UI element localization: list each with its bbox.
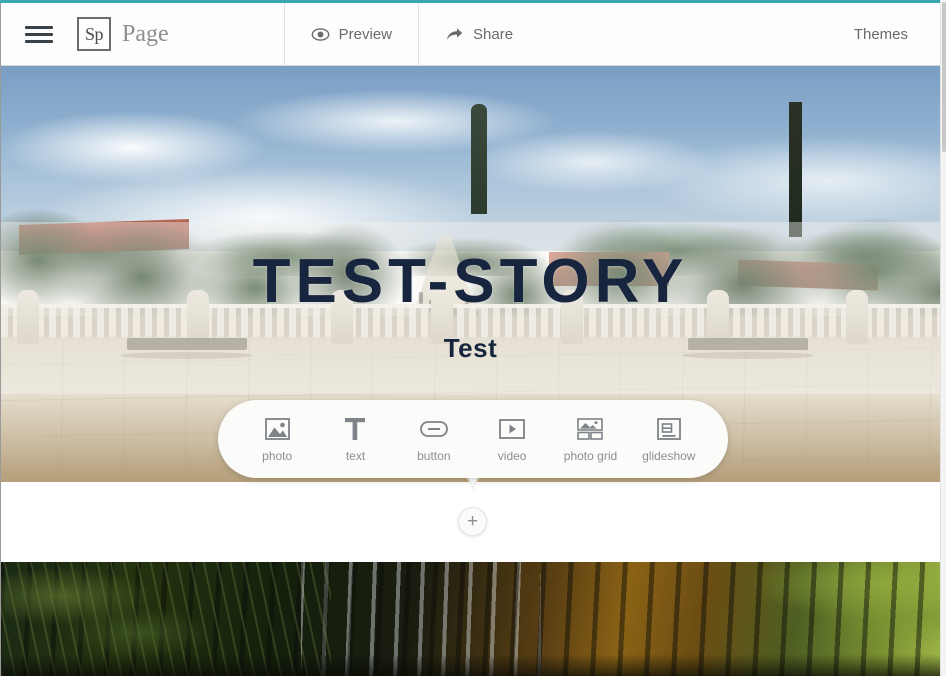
insert-photo-label: photo (262, 448, 293, 463)
spark-page-editor: Sp Page Preview Share Themes TEST-STORY … (0, 0, 946, 676)
insert-button-label: button (417, 448, 451, 463)
app-header: Sp Page Preview Share Themes (1, 3, 940, 66)
insert-video-label: video (497, 448, 527, 463)
vertical-scrollbar[interactable] (940, 0, 946, 676)
scrollbar-thumb[interactable] (942, 2, 946, 152)
insert-toolbar: photo text button video photo grid glide… (218, 400, 728, 478)
hamburger-icon (25, 22, 53, 47)
insert-photo-button[interactable]: photo (240, 416, 314, 463)
share-arrow-icon (445, 25, 464, 44)
insert-text-button[interactable]: text (318, 416, 392, 463)
share-label: Share (473, 25, 514, 43)
page-title: Page (122, 20, 169, 47)
preview-button[interactable]: Preview (283, 3, 418, 65)
photo-grid-icon (577, 416, 604, 442)
add-block-button[interactable]: + (458, 507, 487, 536)
header-spacer (189, 3, 284, 65)
menu-button[interactable] (1, 3, 77, 65)
hero-title[interactable]: TEST-STORY (253, 251, 689, 313)
window-left-border (0, 0, 1, 676)
insert-text-label: text (345, 448, 366, 463)
eye-icon (311, 25, 330, 44)
glideshow-icon (656, 416, 681, 442)
insert-photo-grid-label: photo grid (563, 448, 618, 463)
share-button[interactable]: Share (418, 3, 539, 65)
themes-button[interactable]: Themes (854, 26, 908, 43)
header-right: Themes (854, 3, 940, 65)
insert-button-button[interactable]: button (397, 416, 471, 463)
preview-label: Preview (338, 25, 393, 43)
window-top-accent (0, 0, 940, 3)
plus-icon: + (466, 511, 479, 532)
hero-subtitle[interactable]: Test (444, 333, 498, 364)
bottom-photo[interactable] (1, 562, 940, 676)
insert-glideshow-button[interactable]: glideshow (632, 416, 706, 463)
bottom-photo-art (1, 562, 940, 676)
photo-icon (264, 416, 290, 442)
spark-logo-icon: Sp (77, 17, 111, 51)
insert-video-button[interactable]: video (475, 416, 549, 463)
text-t-icon (344, 416, 366, 442)
insert-glideshow-label: glideshow (642, 448, 696, 463)
insert-photo-grid-button[interactable]: photo grid (553, 416, 627, 463)
button-pill-icon (419, 416, 448, 442)
brand[interactable]: Sp Page (77, 3, 189, 65)
video-play-icon (499, 416, 526, 442)
